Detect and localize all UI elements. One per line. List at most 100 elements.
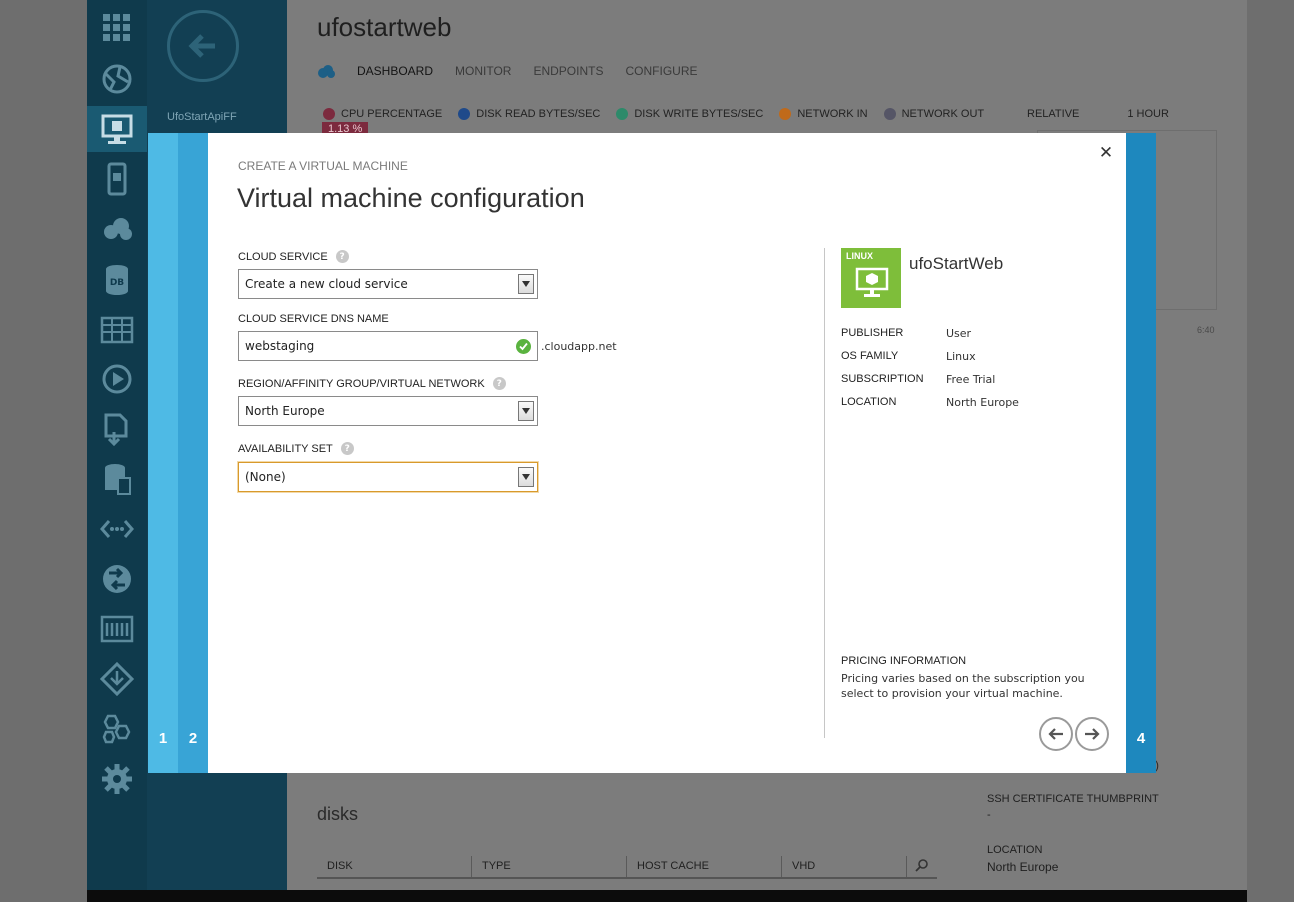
column-vhd[interactable]: VHD (782, 856, 907, 877)
back-button[interactable] (167, 10, 239, 82)
metric-legend: CPU PERCENTAGE DISK READ BYTES/SEC DISK … (323, 108, 984, 120)
sql-databases-icon[interactable]: DB (87, 256, 147, 302)
hdinsight-icon[interactable] (87, 606, 147, 652)
summary-key: SUBSCRIPTION (841, 373, 924, 385)
ssh-thumbprint-label: SSH CERTIFICATE THUMBPRINT (987, 793, 1159, 805)
metric-disk-read[interactable]: DISK READ BYTES/SEC (458, 108, 600, 120)
dashboard-tabs: DASHBOARD MONITOR ENDPOINTS CONFIGURE (317, 64, 697, 78)
summary-row: PUBLISHER User (841, 327, 1019, 350)
networks-icon[interactable] (87, 506, 147, 552)
summary-value: User (946, 327, 972, 340)
pricing-text: Pricing varies based on the subscription… (841, 672, 1085, 700)
pricing-heading: PRICING INFORMATION (841, 655, 967, 667)
vm-summary: PUBLISHER User OS FAMILY Linux SUBSCRIPTIO… (841, 327, 1019, 419)
check-icon (779, 108, 792, 120)
location-value: North Europe (987, 860, 1059, 874)
help-icon[interactable]: ? (492, 377, 506, 390)
overlay-left (0, 0, 87, 902)
field-label-text: CLOUD SERVICE DNS NAME (238, 313, 389, 325)
add-ons-icon[interactable] (87, 706, 147, 752)
check-icon (616, 108, 629, 120)
traffic-manager-icon[interactable] (87, 556, 147, 602)
web-sites-icon[interactable] (87, 56, 147, 102)
storage-icon[interactable] (87, 456, 147, 502)
check-icon (323, 108, 335, 120)
select-value: Create a new cloud service (245, 277, 408, 291)
chevron-down-icon[interactable] (518, 274, 534, 294)
availability-set-label: AVAILABILITY SET ? (238, 442, 354, 455)
wizard-step-2[interactable]: 2 (178, 133, 208, 773)
command-bar (87, 890, 1247, 902)
cloud-services-icon[interactable] (87, 206, 147, 252)
field-label-text: REGION/AFFINITY GROUP/VIRTUAL NETWORK (238, 377, 485, 390)
metric-label: DISK WRITE BYTES/SEC (634, 108, 764, 120)
tab-endpoints[interactable]: ENDPOINTS (533, 64, 603, 78)
dns-name-input[interactable]: webstaging (238, 331, 538, 361)
tab-monitor[interactable]: MONITOR (455, 64, 511, 78)
image-name: ufoStartWeb (909, 254, 1004, 273)
check-icon (458, 108, 471, 120)
sub-nav-title[interactable]: UfoStartApiFF (167, 111, 237, 123)
search-icon (915, 859, 928, 872)
summary-value: Free Trial (946, 373, 996, 386)
metric-label: NETWORK OUT (901, 108, 985, 120)
all-items-icon[interactable] (87, 5, 147, 51)
close-button[interactable]: ✕ (1096, 143, 1116, 163)
availability-set-select[interactable]: (None) (238, 462, 538, 492)
mobile-services-icon[interactable] (87, 156, 147, 202)
image-tile: LINUX (841, 248, 901, 308)
import-export-icon[interactable] (87, 406, 147, 452)
arrow-right-icon (1085, 728, 1100, 740)
chevron-down-icon[interactable] (518, 401, 534, 421)
disks-table-header: DISK TYPE HOST CACHE VHD (317, 856, 937, 879)
column-host-cache[interactable]: HOST CACHE (627, 856, 782, 877)
previous-button[interactable] (1039, 717, 1073, 751)
disks-heading: disks (317, 804, 359, 824)
summary-key: LOCATION (841, 396, 897, 408)
wizard-step-1[interactable]: 1 (148, 133, 178, 773)
dns-name-label: CLOUD SERVICE DNS NAME (238, 313, 389, 325)
metric-network-out[interactable]: NETWORK OUT (883, 108, 985, 120)
wizard-kicker: CREATE A VIRTUAL MACHINE (238, 159, 408, 173)
ssh-thumbprint-value: - (987, 809, 991, 821)
media-services-icon[interactable] (87, 356, 147, 402)
help-icon[interactable]: ? (335, 250, 349, 263)
check-icon (883, 108, 896, 120)
metric-network-in[interactable]: NETWORK IN (779, 108, 868, 120)
metric-disk-write[interactable]: DISK WRITE BYTES/SEC (616, 108, 763, 120)
column-disk[interactable]: DISK (317, 856, 472, 877)
range-window-select[interactable]: 1 HOUR (1127, 108, 1169, 120)
monitor-icon (855, 267, 889, 297)
wizard-step-4[interactable]: 4 (1126, 133, 1156, 773)
region-select[interactable]: North Europe (238, 396, 538, 426)
svg-text:DB: DB (110, 278, 124, 288)
metric-cpu[interactable]: CPU PERCENTAGE (323, 108, 442, 120)
range-mode-select[interactable]: RELATIVE (1027, 108, 1079, 120)
summary-row: LOCATION North Europe (841, 396, 1019, 419)
overlay-right (1247, 0, 1294, 902)
create-vm-wizard: 1 2 ✕ CREATE A VIRTUAL MACHINE Virtual m… (148, 133, 1156, 773)
cloud-service-select[interactable]: Create a new cloud service (238, 269, 538, 299)
arrow-left-icon (1048, 728, 1063, 740)
help-icon[interactable]: ? (340, 442, 354, 455)
storage-table-icon[interactable] (87, 306, 147, 352)
tab-dashboard[interactable]: DASHBOARD (357, 64, 433, 78)
input-value: webstaging (245, 339, 315, 353)
search-button[interactable] (907, 856, 937, 877)
service-bus-icon[interactable] (87, 656, 147, 702)
next-button[interactable] (1075, 717, 1109, 751)
column-type[interactable]: TYPE (472, 856, 627, 877)
page-title: ufostartweb (317, 12, 452, 42)
wizard-panel: ✕ CREATE A VIRTUAL MACHINE Virtual machi… (208, 133, 1126, 773)
virtual-machines-icon[interactable] (87, 106, 147, 152)
metric-label: CPU PERCENTAGE (341, 108, 443, 120)
cloud-service-label: CLOUD SERVICE ? (238, 250, 349, 263)
settings-icon[interactable] (87, 756, 147, 802)
cloud-icon (318, 65, 335, 78)
chevron-down-icon[interactable] (518, 467, 534, 487)
valid-check-icon (516, 339, 531, 354)
tab-configure[interactable]: CONFIGURE (625, 64, 697, 78)
summary-key: PUBLISHER (841, 327, 904, 339)
chart-tick-label: 6:40 (1197, 325, 1215, 335)
wizard-title: Virtual machine configuration (237, 183, 585, 213)
